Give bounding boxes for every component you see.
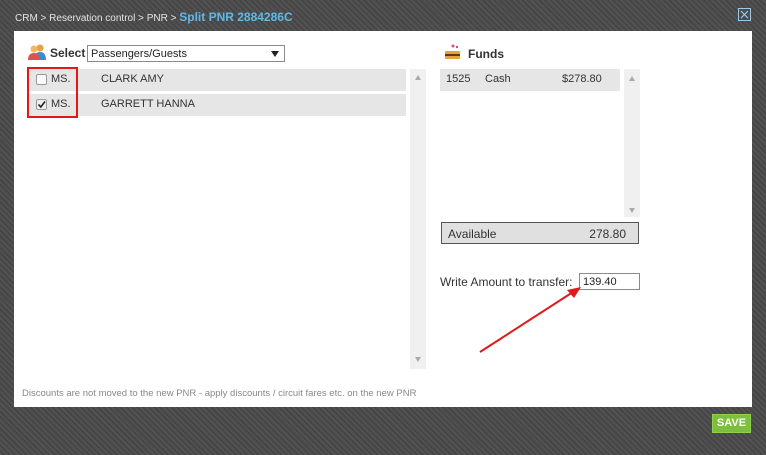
- passenger-name: CLARK AMY: [101, 73, 164, 85]
- available-value: 278.80: [589, 227, 626, 241]
- available-label: Available: [448, 227, 497, 241]
- scroll-down-icon[interactable]: [629, 208, 635, 213]
- passenger-row[interactable]: MS. GARRETT HANNA: [28, 94, 406, 116]
- dialog-titlebar: CRM > Reservation control > PNR > Split …: [0, 0, 766, 30]
- discount-note: Discounts are not moved to the new PNR -…: [22, 388, 417, 399]
- passenger-row[interactable]: MS. CLARK AMY: [28, 69, 406, 91]
- funds-label: Funds: [468, 47, 504, 61]
- save-button[interactable]: SAVE: [712, 414, 751, 433]
- scroll-up-icon[interactable]: [629, 76, 635, 81]
- fund-type: Cash: [485, 73, 511, 85]
- available-bar: Available 278.80: [441, 222, 639, 244]
- chevron-down-icon: [271, 51, 279, 57]
- breadcrumb-current: Split PNR 2884286C: [179, 10, 293, 24]
- fund-amount: $278.80: [562, 73, 602, 85]
- breadcrumb: CRM > Reservation control > PNR > Split …: [15, 10, 293, 24]
- scroll-down-icon[interactable]: [415, 357, 421, 362]
- breadcrumb-path[interactable]: CRM > Reservation control > PNR >: [15, 13, 179, 24]
- dropdown-value: Passengers/Guests: [91, 48, 187, 60]
- annotation-arrow: [479, 287, 581, 353]
- close-button[interactable]: [738, 8, 751, 21]
- passenger-list-scrollbar[interactable]: [410, 69, 426, 369]
- passenger-type-dropdown[interactable]: Passengers/Guests: [87, 45, 285, 62]
- passenger-name: GARRETT HANNA: [101, 98, 195, 110]
- annotation-highlight-box: [27, 67, 78, 118]
- users-icon: [27, 43, 47, 61]
- scroll-up-icon[interactable]: [415, 75, 421, 80]
- funds-list-scrollbar[interactable]: [624, 69, 640, 217]
- select-label: Select: [50, 46, 86, 60]
- close-icon: [740, 10, 749, 19]
- fund-row[interactable]: 1525 Cash $278.80: [440, 69, 620, 91]
- fund-id: 1525: [446, 73, 471, 85]
- funds-icon: [443, 43, 463, 61]
